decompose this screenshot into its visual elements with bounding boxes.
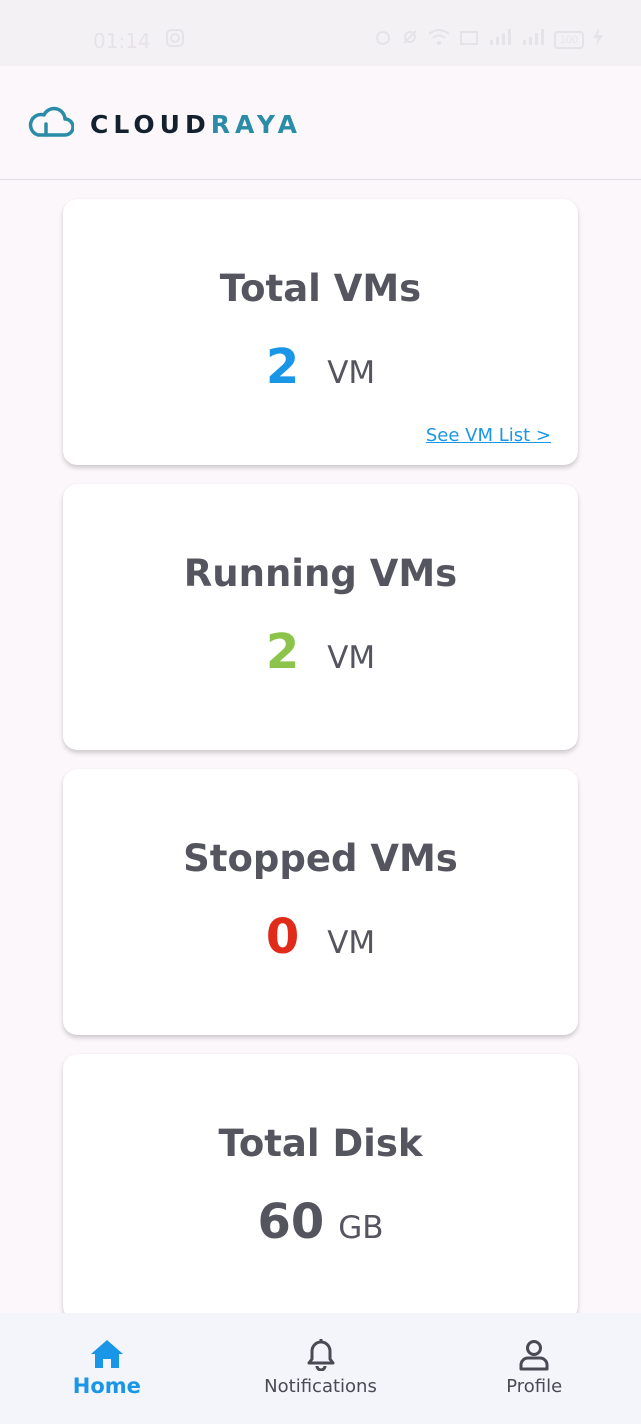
home-icon bbox=[90, 1339, 124, 1374]
total-vms-card[interactable]: Total VMs 2 VM See VM List > bbox=[63, 199, 578, 465]
battery-icon: 100 bbox=[554, 30, 584, 49]
bottom-nav: Home Notifications Profile bbox=[0, 1313, 641, 1424]
logo-text: CLOUDRAYA bbox=[90, 110, 302, 139]
person-icon bbox=[518, 1339, 550, 1376]
bell-icon bbox=[306, 1339, 336, 1376]
logo: CLOUDRAYA bbox=[28, 106, 302, 143]
nav-notifications-label: Notifications bbox=[264, 1376, 377, 1397]
nav-home-label: Home bbox=[72, 1374, 141, 1398]
wifi-icon bbox=[428, 28, 450, 51]
card-value: 2 bbox=[265, 624, 300, 680]
card-unit: VM bbox=[327, 355, 376, 391]
instagram-icon bbox=[165, 28, 185, 53]
card-title: Running VMs bbox=[183, 552, 458, 595]
card-value-row: 0 VM bbox=[63, 909, 578, 965]
card-title: Total Disk bbox=[218, 1122, 423, 1165]
mute-icon bbox=[401, 28, 419, 51]
app-header: CLOUDRAYA bbox=[0, 66, 641, 180]
card-value: 0 bbox=[265, 909, 300, 965]
nav-profile[interactable]: Profile bbox=[427, 1313, 641, 1424]
status-bar: 01:14 100 bbox=[0, 0, 641, 66]
alarm-icon bbox=[374, 28, 392, 51]
sim-icon bbox=[459, 28, 479, 51]
card-value: 2 bbox=[265, 339, 300, 395]
dashboard-scroll-area[interactable]: Total VMs 2 VM See VM List > Running VMs… bbox=[0, 181, 641, 1313]
signal-icon-2 bbox=[521, 28, 545, 51]
charging-icon bbox=[593, 28, 603, 51]
card-value-row: 2 VM bbox=[63, 624, 578, 680]
nav-profile-label: Profile bbox=[506, 1376, 563, 1397]
status-icons: 100 bbox=[374, 28, 603, 51]
cloud-logo-icon bbox=[28, 106, 75, 143]
card-value-row: 2 VM bbox=[63, 339, 578, 395]
logo-text-cloud: CLOUD bbox=[90, 110, 211, 139]
signal-icon-1 bbox=[488, 28, 512, 51]
stopped-vms-card[interactable]: Stopped VMs 0 VM bbox=[63, 769, 578, 1035]
logo-text-raya: RAYA bbox=[210, 110, 302, 139]
card-unit: GB bbox=[338, 1210, 384, 1246]
see-vm-list-link[interactable]: See VM List > bbox=[426, 425, 551, 446]
status-left: 01:14 bbox=[93, 28, 185, 53]
total-disk-card[interactable]: Total Disk 60 GB bbox=[63, 1054, 578, 1313]
card-value-row: 60 GB bbox=[63, 1194, 578, 1250]
nav-notifications[interactable]: Notifications bbox=[214, 1313, 428, 1424]
card-title: Stopped VMs bbox=[183, 837, 458, 880]
card-title: Total VMs bbox=[219, 267, 422, 310]
card-value: 60 bbox=[257, 1194, 325, 1250]
card-unit: VM bbox=[327, 925, 376, 961]
card-unit: VM bbox=[327, 640, 376, 676]
running-vms-card[interactable]: Running VMs 2 VM bbox=[63, 484, 578, 750]
nav-home[interactable]: Home bbox=[0, 1313, 214, 1424]
status-time: 01:14 bbox=[93, 28, 151, 53]
